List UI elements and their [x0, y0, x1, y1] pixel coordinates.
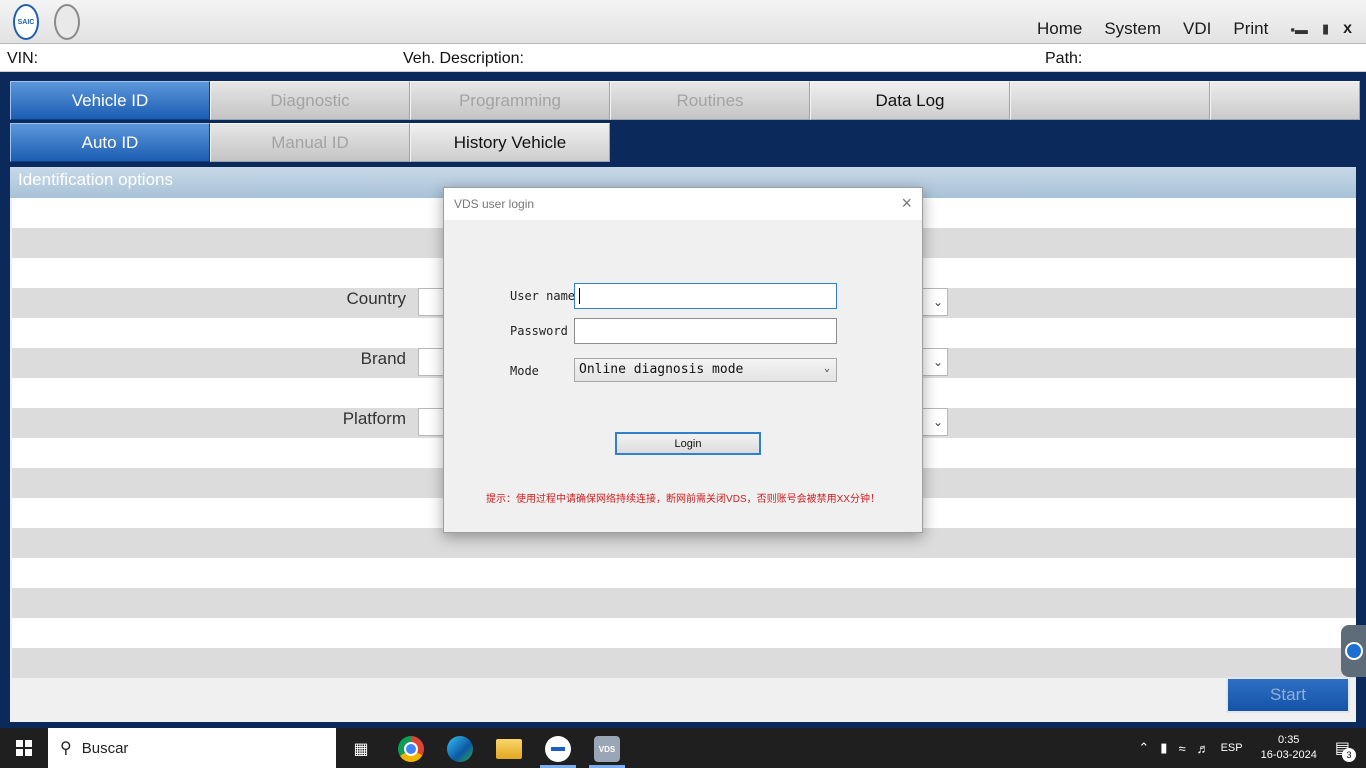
- brand-label: Brand: [360, 349, 406, 368]
- vehicle-description-label: Veh. Description:: [403, 50, 524, 67]
- plug-icon: ▮: [1321, 21, 1330, 36]
- login-dialog: VDS user login × User name Password Mode…: [443, 187, 923, 533]
- app-header: SAIC Home System VDI Print ▪▬ ▮ x: [0, 0, 1366, 44]
- search-icon: ⚲: [60, 740, 72, 757]
- windows-icon: [16, 740, 32, 756]
- platform-label: Platform: [342, 409, 406, 428]
- dialog-title: VDS user login: [454, 197, 535, 211]
- tab-history-vehicle[interactable]: History Vehicle: [410, 123, 610, 162]
- notification-icon[interactable]: ▤ 3: [1335, 738, 1356, 762]
- tab-empty-2: [1210, 81, 1360, 120]
- login-button[interactable]: Login: [615, 432, 761, 455]
- wifi-icon[interactable]: ≈: [1178, 741, 1185, 756]
- username-input[interactable]: [574, 283, 837, 309]
- dialog-titlebar: VDS user login ×: [444, 188, 922, 220]
- password-label: Password: [510, 324, 568, 338]
- signal-icon: ▪▬: [1290, 21, 1308, 37]
- tab-data-log[interactable]: Data Log: [810, 81, 1010, 120]
- nav-home[interactable]: Home: [1037, 19, 1082, 39]
- clock-time: 0:35: [1278, 734, 1300, 746]
- username-label: User name: [510, 289, 576, 303]
- vehicle-info-bar: VIN: Veh. Description: Path:: [0, 44, 1366, 72]
- chevron-down-icon: ⌄: [932, 415, 943, 429]
- task-view-icon[interactable]: ▦: [348, 736, 374, 762]
- sub-tabs: Auto ID Manual ID History Vehicle: [10, 123, 610, 162]
- vin-label: VIN:: [7, 50, 39, 67]
- system-tray: ⌃ ▮ ≈ ♬ ESP 0:35 16-03-2024 ▤ 3: [1138, 728, 1366, 768]
- tab-manual-id[interactable]: Manual ID: [210, 123, 410, 162]
- windows-taskbar: ⚲ Buscar ▦ VDS ⌃ ▮ ≈ ♬ ESP 0:35 16-03-20…: [0, 728, 1366, 768]
- tab-empty-1: [1010, 81, 1210, 120]
- nav-print[interactable]: Print: [1233, 19, 1268, 39]
- top-nav: Home System VDI Print ▪▬ ▮ x: [1037, 18, 1366, 40]
- nav-vdi[interactable]: VDI: [1183, 19, 1211, 39]
- dialog-close-icon[interactable]: ×: [901, 193, 912, 214]
- tab-programming[interactable]: Programming: [410, 81, 610, 120]
- input-language[interactable]: ESP: [1221, 742, 1243, 754]
- chevron-down-icon: ⌄: [932, 355, 943, 369]
- main-tabs: Vehicle ID Diagnostic Programming Routin…: [10, 81, 1360, 120]
- close-icon[interactable]: x: [1343, 20, 1352, 38]
- chevron-down-icon: ⌄: [823, 363, 830, 374]
- text-caret: [579, 288, 580, 304]
- notification-count: 3: [1342, 748, 1356, 762]
- chevron-down-icon: ⌄: [932, 295, 943, 309]
- teamviewer-icon[interactable]: [545, 736, 571, 762]
- start-menu-button[interactable]: [0, 728, 48, 768]
- country-label: Country: [346, 289, 406, 308]
- nav-system[interactable]: System: [1104, 19, 1161, 39]
- clock[interactable]: 0:35 16-03-2024: [1261, 733, 1317, 763]
- battery-icon[interactable]: ▮: [1160, 740, 1167, 756]
- taskbar-search[interactable]: ⚲ Buscar: [48, 728, 336, 768]
- chevron-up-icon[interactable]: ⌃: [1138, 740, 1149, 756]
- tab-routines[interactable]: Routines: [610, 81, 810, 120]
- saic-logo: SAIC: [13, 4, 39, 40]
- teamviewer-icon: [1344, 642, 1363, 660]
- path-label: Path:: [1045, 50, 1083, 67]
- tab-auto-id[interactable]: Auto ID: [10, 123, 210, 162]
- mode-select[interactable]: Online diagnosis mode ⌄: [574, 358, 837, 382]
- tab-diagnostic[interactable]: Diagnostic: [210, 81, 410, 120]
- search-placeholder: Buscar: [81, 739, 129, 757]
- clock-date: 16-03-2024: [1260, 749, 1317, 761]
- vds-icon[interactable]: VDS: [594, 736, 620, 762]
- volume-icon[interactable]: ♬: [1197, 741, 1210, 756]
- mode-value: Online diagnosis mode: [579, 362, 744, 377]
- chrome-icon[interactable]: [398, 736, 424, 762]
- start-button[interactable]: Start: [1226, 677, 1350, 713]
- mode-label: Mode: [510, 364, 539, 378]
- teamviewer-side-tab[interactable]: [1341, 625, 1366, 677]
- edge-icon[interactable]: [447, 736, 473, 762]
- file-explorer-icon[interactable]: [496, 739, 522, 759]
- connection-warning: 提示：使用过程中请确保网络持续连接，断网前需关闭VDS，否则账号会被禁用XX分钟…: [486, 494, 880, 505]
- tab-vehicle-id[interactable]: Vehicle ID: [10, 81, 210, 120]
- mg-logo-icon: [54, 4, 80, 40]
- password-input[interactable]: [574, 318, 837, 344]
